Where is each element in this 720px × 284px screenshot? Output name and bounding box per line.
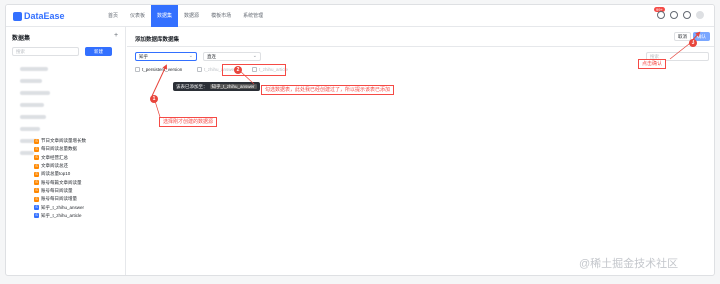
checkbox[interactable] — [135, 67, 140, 72]
sql-dataset-icon: S — [34, 171, 39, 177]
mode-select[interactable]: 直连 ⌄ — [203, 52, 261, 61]
watermark: @稀土掘金技术社区 — [579, 258, 679, 270]
nav-item-datasource[interactable]: 数据源 — [178, 5, 205, 27]
highlight-box — [222, 64, 286, 76]
tree-item-label: 每日阅读总量数据 — [41, 146, 77, 152]
logo[interactable]: DataEase — [13, 10, 65, 22]
blurred-folder[interactable] — [20, 67, 48, 71]
main-panel: 添加数据库数据集 取消 确认 知乎 ⌄ 直连 ⌄ 搜索 t_persistent… — [127, 27, 714, 275]
tree-item[interactable]: S 每日阅读总量数据 — [34, 145, 86, 153]
tooltip-text: 该表已添加至： — [176, 84, 208, 89]
tree-item[interactable]: S 知乎_t_zhihu_answer — [34, 203, 86, 211]
sql-dataset-icon: S — [34, 146, 39, 152]
avatar[interactable] — [696, 11, 704, 19]
blurred-folder[interactable] — [20, 151, 34, 155]
sql-dataset-icon: S — [34, 163, 39, 169]
tree-item[interactable]: S 文章经营汇总 — [34, 154, 86, 162]
page-title: 添加数据库数据集 — [135, 37, 180, 43]
annotation-number-3: 3 — [689, 39, 697, 47]
blurred-folder[interactable] — [20, 115, 46, 119]
tree-item[interactable]: S 账号每日阅读量 — [34, 187, 86, 195]
mode-select-value: 直连 — [207, 54, 216, 59]
nav-item-system-settings[interactable]: 系统管理 — [237, 5, 269, 27]
nav-item-home[interactable]: 首页 — [102, 5, 124, 27]
annotation-callout-1: 选择刚才创建的数据源 — [159, 117, 218, 127]
top-bar: DataEase 首页 仪表板 数据集 数据源 模板市场 系统管理 99+ — [6, 5, 714, 27]
tree-item[interactable]: S 知乎_t_zhihu_article — [34, 212, 86, 220]
tree-item-label: 账号每篇文章阅读量 — [41, 179, 82, 185]
tree-item-label: 文章阅读总还 — [41, 163, 68, 169]
chevron-down-icon: ⌄ — [188, 53, 193, 59]
sidebar: 数据集 + 搜索 新建 S 节日文章阅读量增长数 S 每日阅读总量数据 S 文章经营汇… — [6, 27, 126, 275]
tree-item[interactable]: S 文章阅读总还 — [34, 162, 86, 170]
top-right-actions — [657, 11, 704, 19]
annotation-callout-2: 勾选数据表，此处我已经创建过了，所以提示该表已添加 — [261, 85, 395, 95]
tree-item-label: 知乎_t_zhihu_article — [41, 212, 82, 218]
help-icon[interactable] — [683, 11, 691, 19]
tree-item-label: 节日文章阅读量增长数 — [41, 138, 86, 144]
main-nav: 首页 仪表板 数据集 数据源 模板市场 系统管理 — [102, 5, 269, 27]
cancel-button[interactable]: 取消 — [674, 32, 691, 41]
nav-item-dataset[interactable]: 数据集 — [151, 5, 179, 27]
annotation-callout-3: 点击确认 — [638, 59, 667, 69]
nav-item-template-market[interactable]: 模板市场 — [205, 5, 237, 27]
logo-icon — [13, 11, 22, 21]
sql-dataset-icon: S — [34, 155, 39, 161]
table-checkbox-item[interactable]: t_persistent_version — [135, 67, 182, 72]
sql-dataset-icon: S — [34, 180, 39, 186]
divider — [127, 46, 714, 47]
table-name: t_persistent_version — [142, 67, 183, 72]
tooltip-dataset-chip: 知乎_t_zhihu_answer — [209, 84, 257, 89]
chevron-down-icon: ⌄ — [252, 53, 257, 59]
nav-item-dashboard[interactable]: 仪表板 — [124, 5, 151, 27]
sidebar-search-input[interactable]: 搜索 — [12, 47, 79, 56]
tree-item-label: 账号每日阅读增量 — [41, 196, 77, 202]
datasource-select[interactable]: 知乎 ⌄ — [135, 52, 197, 61]
blurred-folder[interactable] — [20, 91, 50, 95]
tree-item[interactable]: S 节日文章阅读量增长数 — [34, 137, 86, 145]
sidebar-title: 数据集 — [12, 36, 31, 42]
tree-item-label: 阅读总量top10 — [41, 171, 71, 177]
tree-item[interactable]: S 账号每日阅读增量 — [34, 195, 86, 203]
new-dataset-button[interactable]: 新建 — [85, 47, 112, 56]
tooltip: 该表已添加至： 知乎_t_zhihu_answer — [173, 82, 260, 91]
sql-dataset-icon: S — [34, 138, 39, 144]
annotation-number-1: 1 — [150, 95, 158, 103]
db-dataset-icon: S — [34, 205, 39, 211]
tree-item[interactable]: S 账号每篇文章阅读量 — [34, 178, 86, 186]
logo-text: DataEase — [24, 11, 65, 21]
add-icon[interactable]: + — [114, 32, 118, 39]
datasource-select-value: 知乎 — [139, 54, 148, 59]
app-window: DataEase 首页 仪表板 数据集 数据源 模板市场 系统管理 99+ 数据… — [5, 4, 715, 276]
annotation-number-2: 2 — [234, 66, 242, 74]
sql-dataset-icon: S — [34, 196, 39, 202]
tree-item-label: 账号每日阅读量 — [41, 187, 73, 193]
tree-item-label: 知乎_t_zhihu_answer — [41, 204, 85, 210]
checkbox[interactable] — [197, 67, 202, 72]
db-dataset-icon: S — [34, 213, 39, 219]
settings-icon[interactable] — [670, 11, 678, 19]
blurred-folder[interactable] — [20, 103, 44, 107]
blurred-folder[interactable] — [20, 79, 42, 83]
dataset-tree: S 节日文章阅读量增长数 S 每日阅读总量数据 S 文章经营汇总 S 文章阅读总还 S阅… — [34, 137, 86, 220]
bell-icon[interactable] — [657, 11, 665, 19]
sql-dataset-icon: S — [34, 188, 39, 194]
tree-item-label: 文章经营汇总 — [41, 154, 68, 160]
tree-item[interactable]: S 阅读总量top10 — [34, 170, 86, 178]
blurred-folder[interactable] — [20, 127, 40, 131]
